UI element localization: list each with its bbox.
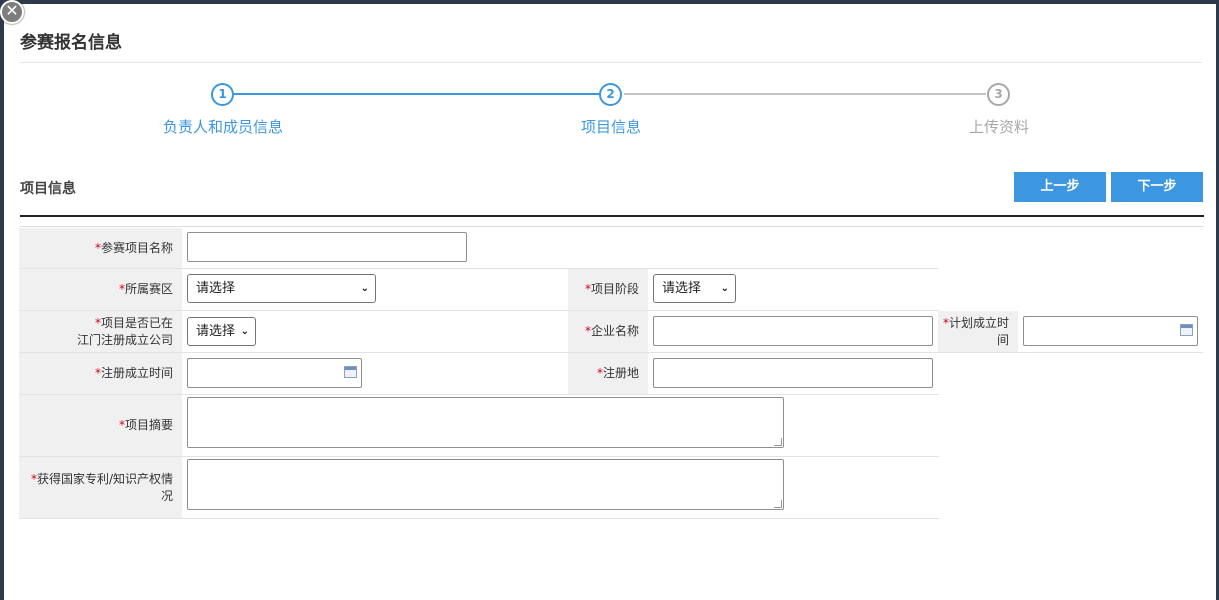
title-divider (20, 62, 1202, 63)
chevron-down-icon: ⌄ (720, 283, 729, 294)
next-step-button[interactable]: 下一步 (1111, 172, 1203, 202)
section-divider (20, 215, 1204, 217)
row-divider (19, 518, 939, 519)
chevron-down-icon: ⌄ (360, 283, 369, 294)
summary-label: * 项目摘要 (19, 395, 182, 456)
chevron-down-icon: ⌄ (240, 326, 249, 337)
reg-time-input[interactable] (187, 358, 362, 388)
planned-time-label: *计划成立时 间 (938, 311, 1018, 352)
project-name-label: * 参赛项目名称 (19, 228, 182, 268)
registration-dialog: 参赛报名信息 1 负责人和成员信息 2 项目信息 3 上传资料 项目信息 上一步… (4, 4, 1216, 600)
step-1-circle: 1 (211, 83, 234, 106)
summary-textarea[interactable] (187, 397, 784, 448)
close-icon[interactable]: ✕ (0, 0, 24, 24)
section-subdivider (20, 226, 1204, 227)
patent-label: *获得国家专利/知识产权情 况 (19, 457, 182, 518)
planned-time-input[interactable] (1023, 316, 1198, 346)
resize-grip-icon[interactable] (774, 438, 782, 446)
step-connector-1 (234, 93, 604, 95)
section-title: 项目信息 (20, 181, 76, 197)
resize-grip-icon[interactable] (774, 500, 782, 508)
project-name-input[interactable] (187, 232, 467, 262)
region-label: * 所属赛区 (19, 269, 182, 310)
company-name-input[interactable] (653, 316, 933, 346)
reg-time-label: * 注册成立时间 (19, 353, 182, 394)
step-1-label: 负责人和成员信息 (162, 118, 283, 136)
reg-place-input[interactable] (653, 358, 933, 388)
stage-label: * 项目阶段 (568, 269, 648, 310)
step-2-circle: 2 (599, 83, 622, 106)
company-label: * 企业名称 (568, 311, 648, 352)
calendar-icon[interactable] (1180, 324, 1193, 336)
step-3-circle: 3 (987, 83, 1010, 106)
step-connector-2 (624, 93, 986, 95)
calendar-icon[interactable] (344, 366, 357, 378)
step-3-label: 上传资料 (968, 118, 1029, 136)
prev-step-button[interactable]: 上一步 (1014, 172, 1106, 202)
registered-label: *项目是否已在 江门注册成立公司 (19, 311, 182, 352)
patent-textarea[interactable] (187, 459, 784, 510)
dialog-title: 参赛报名信息 (20, 33, 122, 53)
stage-select[interactable]: 请选择 ⌄ (653, 274, 736, 303)
step-2-label: 项目信息 (580, 118, 641, 136)
region-select[interactable]: 请选择 ⌄ (187, 274, 376, 303)
registered-select[interactable]: 请选择 ⌄ (187, 317, 256, 346)
reg-place-label: * 注册地 (568, 353, 648, 394)
